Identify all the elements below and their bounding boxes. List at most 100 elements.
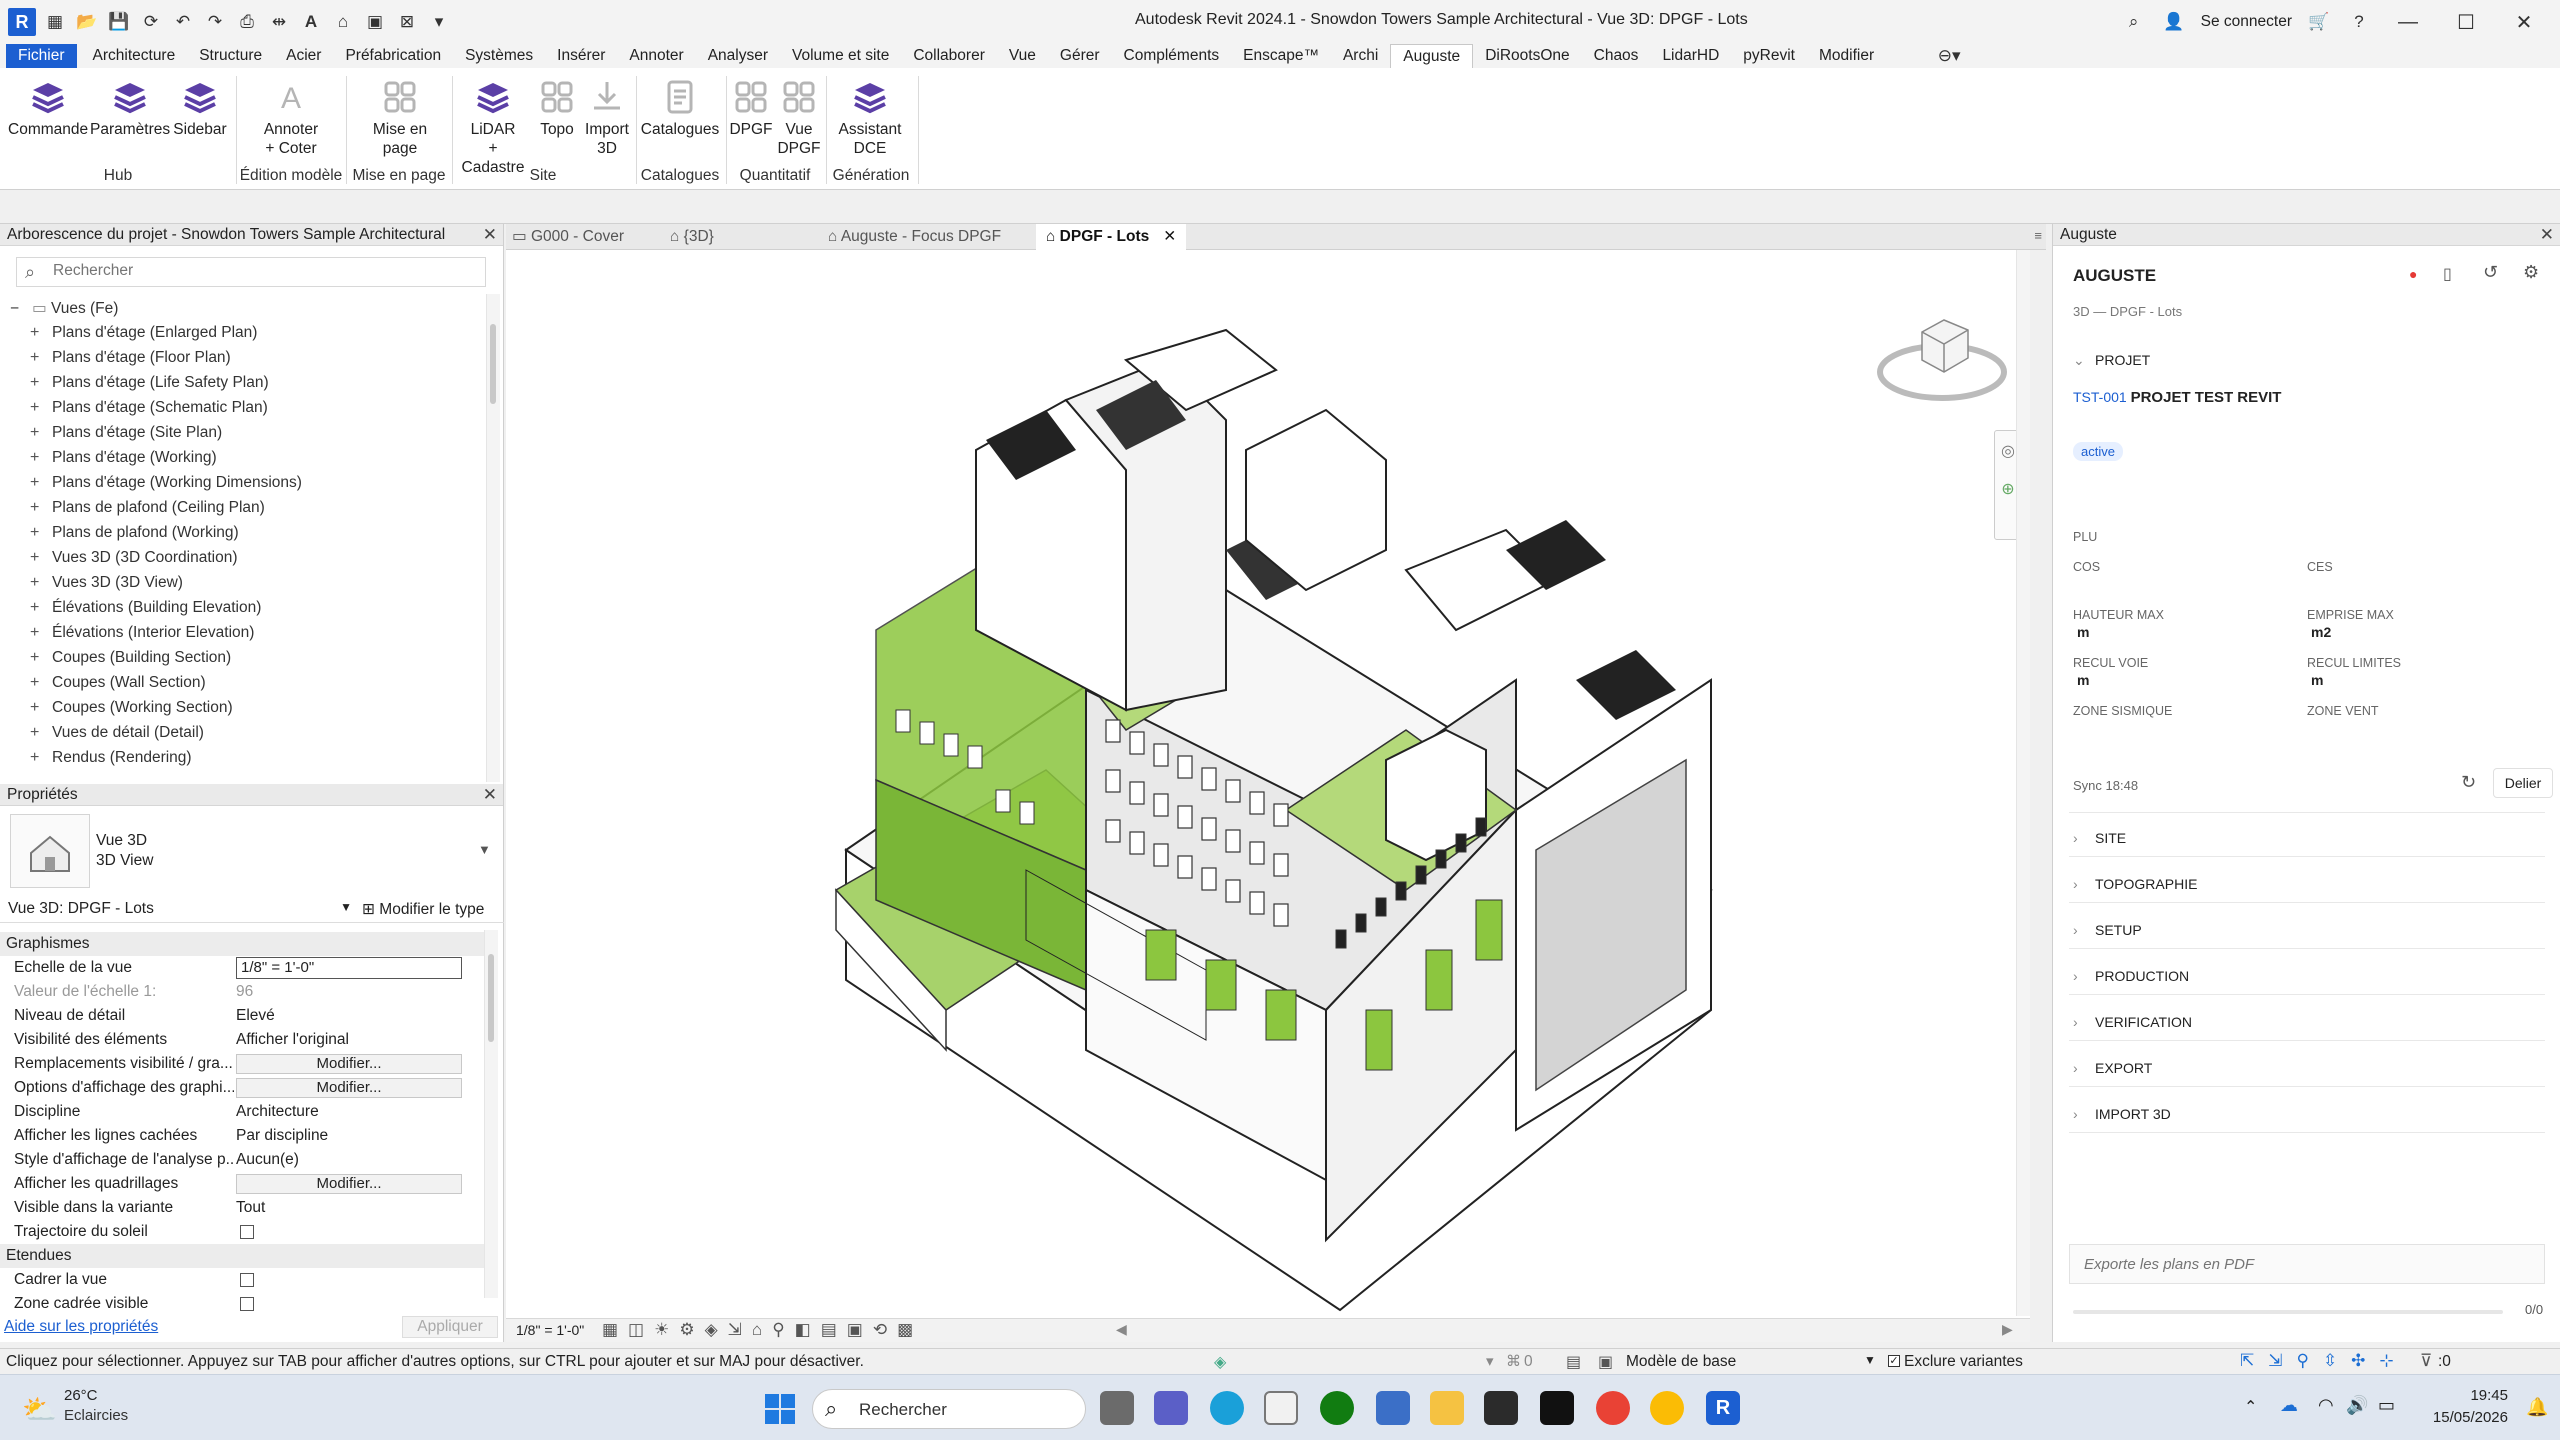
design-option-select[interactable]: Modèle de base [1626,1353,1736,1371]
expand-icon[interactable]: + [30,499,52,517]
expand-icon[interactable]: + [30,599,52,617]
view-control-icons[interactable]: ▦◫☀⚙◈⇲⌂⚲◧▤▣⟲▩ [602,1320,923,1340]
chevron-up-icon[interactable]: ⌃ [2244,1397,2257,1417]
onedrive-icon[interactable]: ☁ [2280,1395,2298,1416]
tab-inserer[interactable]: Insérer [545,44,617,68]
tab-vue[interactable]: Vue [997,44,1048,68]
sync-icon[interactable]: ⟳ [138,9,164,35]
clock-time[interactable]: 19:45 [2428,1387,2508,1404]
file-explorer-icon[interactable] [1430,1391,1464,1425]
tab-enscape[interactable]: Enscape™ [1231,44,1331,68]
tab-chaos[interactable]: Chaos [1582,44,1651,68]
tree-item[interactable]: + Coupes (Working Section) [30,699,233,717]
switch-window-icon[interactable]: ▣ [362,9,388,35]
tree-item[interactable]: + Plans de plafond (Working) [30,524,239,542]
property-value[interactable]: Architecture [236,1103,319,1121]
topo-button[interactable]: Topo [530,78,584,139]
print-icon[interactable]: ⎙ [234,9,260,35]
tab-prefabrication[interactable]: Préfabrication [333,44,453,68]
sun-path-checkbox[interactable] [240,1225,254,1239]
tab-analyser[interactable]: Analyser [696,44,780,68]
house-icon[interactable]: ⌂ [330,9,356,35]
vpn-icon[interactable] [1376,1391,1410,1425]
model-icon[interactable]: ▣ [1598,1352,1613,1372]
expand-icon[interactable]: + [30,524,52,542]
section-topographie[interactable]: › TOPOGRAPHIE [2073,876,2197,892]
recul-voie-value[interactable]: m [2077,672,2089,688]
catalogues-button[interactable]: Catalogues [638,78,722,139]
tab-auguste-focus-dpgf[interactable]: ⌂ Auguste - Focus DPGF [828,224,1001,250]
tree-item[interactable]: + Plans d'étage (Site Plan) [30,424,222,442]
expand-icon[interactable]: + [30,574,52,592]
tab-structure[interactable]: Structure [187,44,274,68]
hauteur-max-value[interactable]: m [2077,624,2089,640]
tree-item[interactable]: + Élévations (Interior Elevation) [30,624,254,642]
notifications-icon[interactable]: 🔔 [2526,1397,2548,1418]
expand-icon[interactable]: + [30,424,52,442]
section-verification[interactable]: › VERIFICATION [2073,1014,2192,1030]
property-value[interactable]: Tout [236,1199,265,1217]
browser-search-input[interactable] [53,262,473,280]
commande-button[interactable]: Commande [8,78,88,139]
import-3d-button[interactable]: Import 3D [580,78,634,158]
design-option-icon[interactable]: ▤ [1566,1352,1581,1372]
revit-logo[interactable]: R [8,8,36,36]
battery-icon[interactable]: ▭ [2378,1395,2395,1416]
tab-gerer[interactable]: Gérer [1048,44,1112,68]
assistant-dce-button[interactable]: Assistant DCE [828,78,912,158]
properties-help-link[interactable]: Aide sur les propriétés [4,1318,158,1336]
expand-icon[interactable]: + [30,674,52,692]
save-icon[interactable]: 💾 [106,9,132,35]
emprise-max-value[interactable]: m2 [2311,624,2331,640]
tree-item[interactable]: + Plans d'étage (Enlarged Plan) [30,324,257,342]
parametres-button[interactable]: Paramètres [90,78,170,139]
revit-taskbar-icon[interactable]: R [1706,1391,1740,1425]
close-tab-icon[interactable]: ✕ [1163,228,1176,245]
text-icon[interactable]: A [298,9,324,35]
ribbon-toggle-icon[interactable]: ⊖▾ [1936,43,1962,69]
tree-item[interactable]: + Coupes (Wall Section) [30,674,206,692]
mise-en-page-button[interactable]: Mise en page [356,78,444,158]
expand-icon[interactable]: + [30,374,52,392]
dpgf-button[interactable]: DPGF [728,78,774,139]
user-icon[interactable]: 👤 [2161,9,2187,35]
tree-item[interactable]: + Plans d'étage (Working) [30,449,217,467]
property-value[interactable]: Elevé [236,1007,275,1025]
scroll-right-icon[interactable]: ▶ [2002,1321,2013,1338]
minimize-icon[interactable]: — [2386,11,2430,34]
section-site[interactable]: › SITE [2073,830,2126,846]
modify-button[interactable]: Modifier... [236,1078,462,1098]
cursor-app-icon[interactable] [1540,1391,1574,1425]
tab-g000-cover[interactable]: ▭ G000 - Cover [512,224,624,250]
expand-icon[interactable]: + [30,449,52,467]
workset-dropdown-icon[interactable]: ▾ [1486,1352,1494,1370]
refresh-icon[interactable]: ↻ [2461,772,2476,793]
delier-button[interactable]: Delier [2493,768,2553,798]
expand-icon[interactable]: + [30,649,52,667]
terminal-icon[interactable] [1484,1391,1518,1425]
teams-icon[interactable] [1154,1391,1188,1425]
expand-icon[interactable]: + [30,699,52,717]
tab-collaborer[interactable]: Collaborer [901,44,997,68]
pdf-export-field[interactable] [2069,1244,2545,1284]
volume-icon[interactable]: 🔊 [2346,1395,2368,1416]
property-value[interactable]: 96 [236,983,253,1001]
expand-icon[interactable]: + [30,549,52,567]
taskbar-search[interactable]: ⌕ Rechercher [812,1389,1086,1429]
expand-icon[interactable]: + [30,624,52,642]
exclude-options-checkbox[interactable]: ✓ [1888,1355,1900,1367]
tab-dpgf-lots[interactable]: ⌂ DPGF - Lots ✕ [1036,224,1187,250]
help-icon[interactable]: ? [2346,9,2372,35]
property-value[interactable]: Aucun(e) [236,1151,299,1169]
tree-item[interactable]: + Élévations (Building Elevation) [30,599,261,617]
section-setup[interactable]: › SETUP [2073,922,2142,938]
browser-scrollbar[interactable] [486,294,500,782]
clock-date[interactable]: 15/05/2026 [2418,1409,2508,1426]
tab-architecture[interactable]: Architecture [81,44,188,68]
tree-item[interactable]: + Plans d'étage (Working Dimensions) [30,474,302,492]
group-graphismes[interactable]: Graphismes [0,932,484,956]
tab-annoter[interactable]: Annoter [617,44,695,68]
view-cube[interactable] [1872,302,2012,412]
tab-volume-site[interactable]: Volume et site [780,44,901,68]
close-window-icon[interactable]: ✕ [2502,10,2546,35]
